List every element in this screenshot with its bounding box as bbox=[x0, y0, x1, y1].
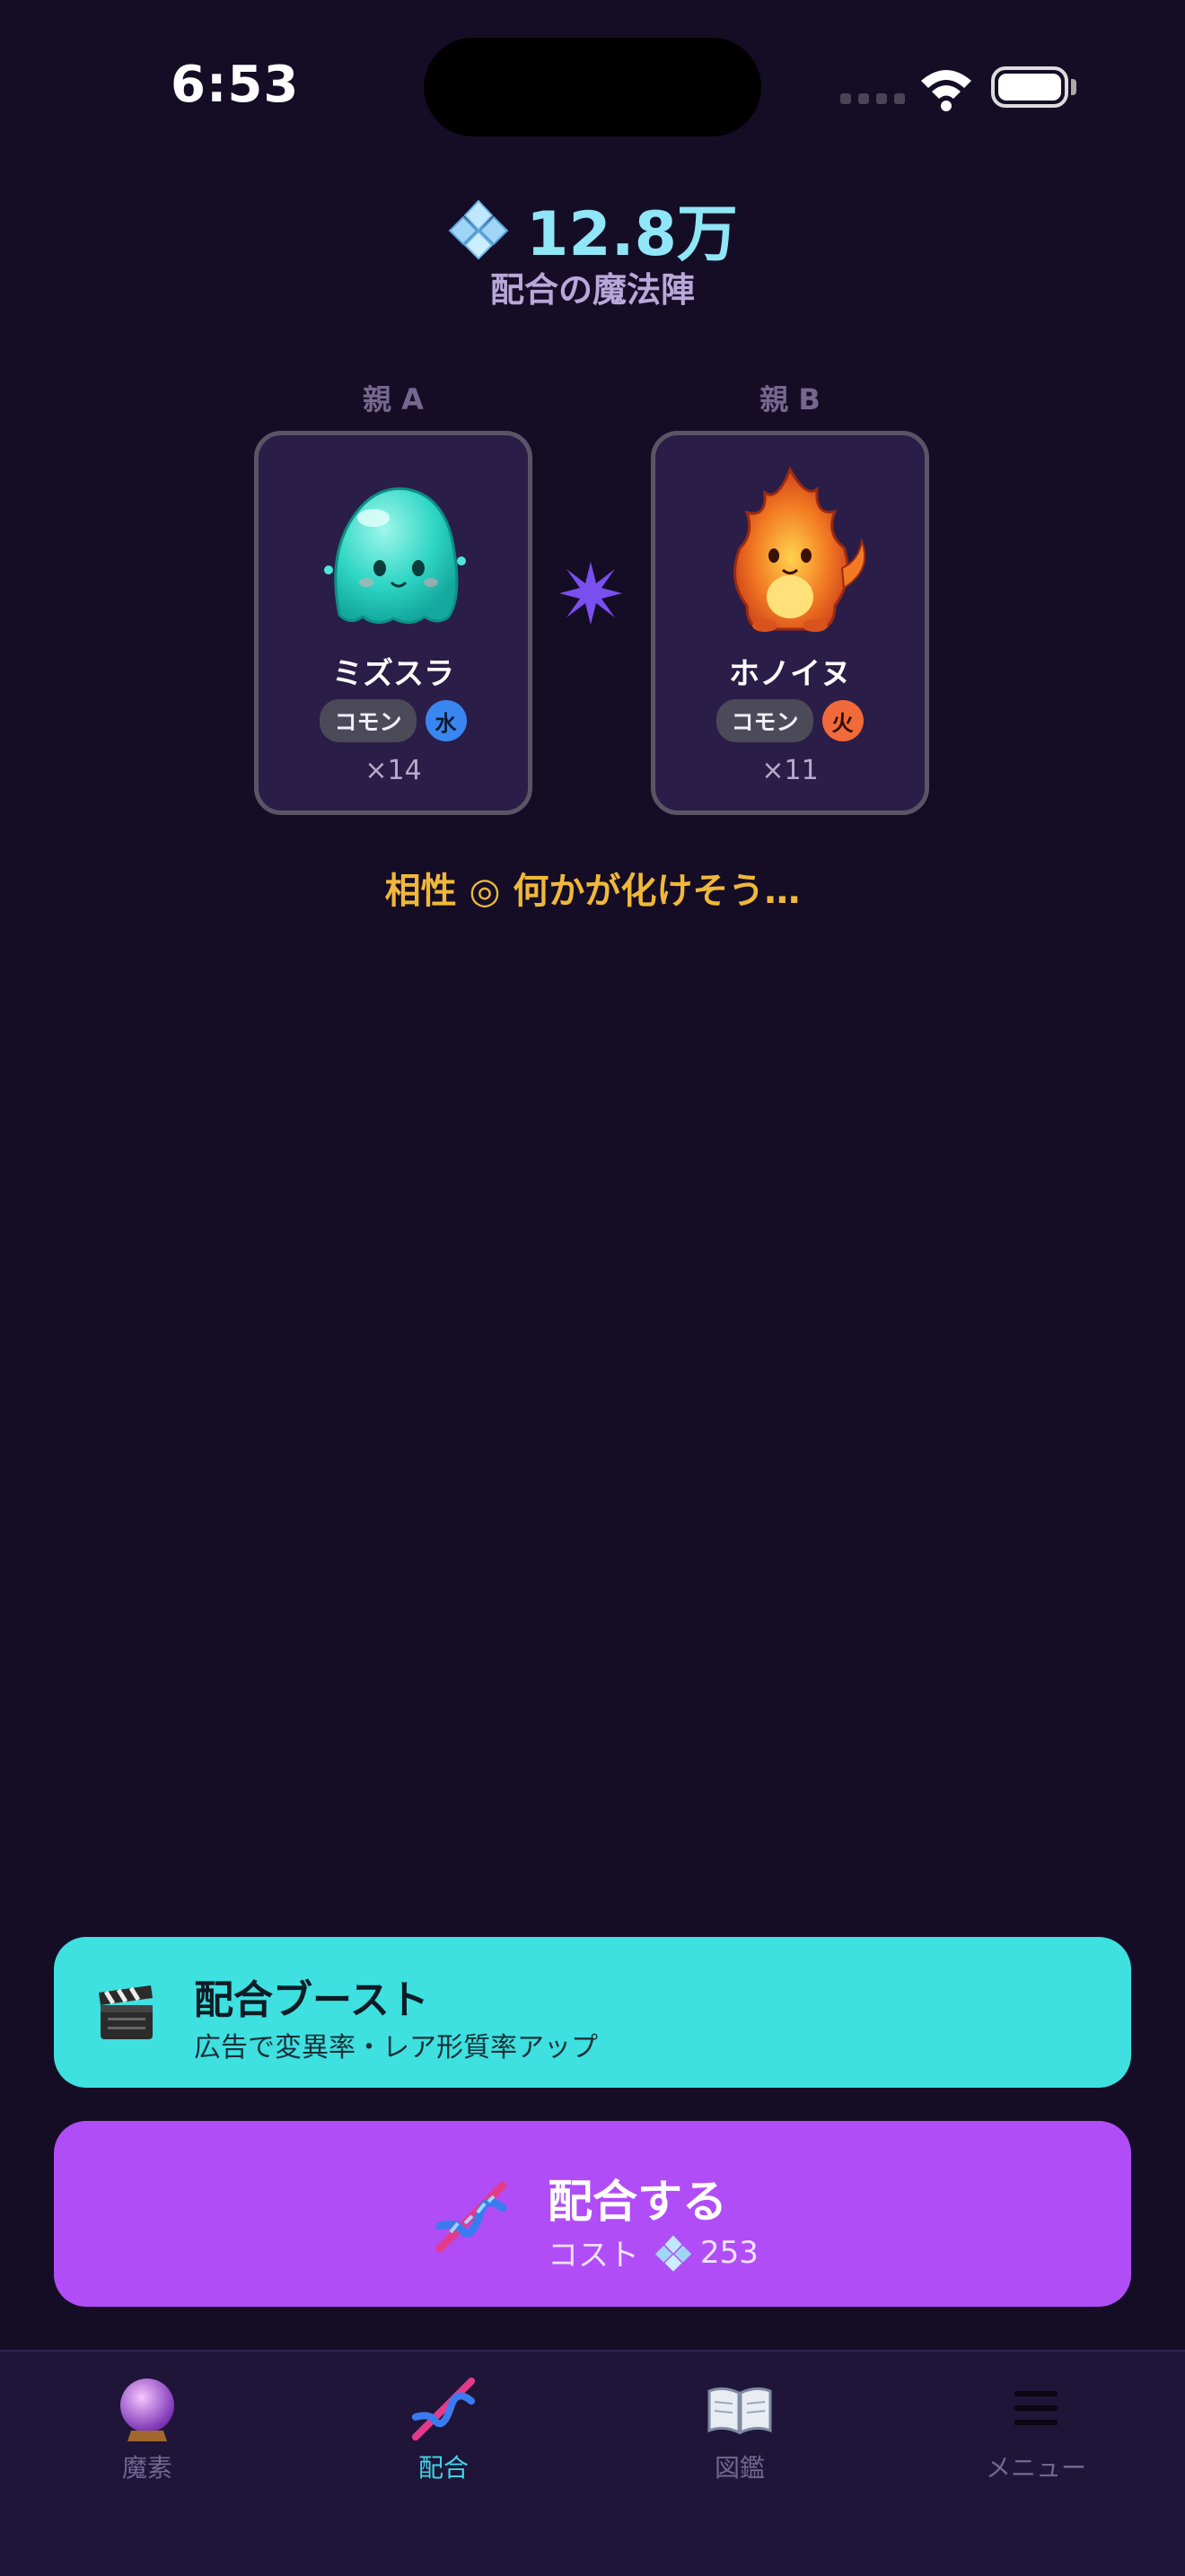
parent-a-label: 親 A bbox=[363, 382, 424, 416]
boost-title: 配合ブースト bbox=[194, 1977, 429, 2023]
breed-button[interactable]: 配合する コスト 253 bbox=[54, 2121, 1131, 2307]
cellular-signal-icon bbox=[840, 93, 905, 104]
status-time: 6:53 bbox=[171, 56, 300, 114]
tab-label: 配合 bbox=[417, 2453, 469, 2483]
tab-zukan[interactable]: 図鑑 bbox=[632, 2373, 847, 2484]
parent-b-label: 親 B bbox=[759, 382, 821, 416]
parent-a-card[interactable]: ミズスラ コモン 水 ×14 bbox=[254, 431, 532, 815]
boost-description: 広告で変異率・レア形質率アップ bbox=[194, 2032, 598, 2063]
crystal-currency-icon bbox=[448, 199, 509, 259]
element-badge-water: 水 bbox=[425, 700, 467, 741]
parent-b-card[interactable]: ホノイヌ コモン 火 ×11 bbox=[651, 431, 929, 815]
page-title: 配合の魔法陣 bbox=[489, 270, 695, 310]
water-slime-icon bbox=[324, 487, 466, 624]
battery-icon bbox=[991, 66, 1068, 108]
tab-label: 魔素 bbox=[121, 2453, 172, 2483]
battery-tip bbox=[1071, 79, 1076, 95]
cost-label: コスト bbox=[548, 2238, 639, 2274]
compatibility-text: 相性 ◎ 何かが化けそう… bbox=[384, 871, 801, 912]
crystal-currency-icon bbox=[654, 2235, 692, 2272]
combine-star-icon bbox=[559, 562, 622, 625]
parent-a-count: ×14 bbox=[364, 755, 422, 786]
parent-b-name: ホノイヌ bbox=[729, 656, 851, 692]
crystal-ball-icon bbox=[120, 2379, 174, 2441]
tab-bar: 魔素 配合 図鑑 メニュー bbox=[0, 2350, 1185, 2576]
tab-menu[interactable]: メニュー bbox=[928, 2373, 1144, 2484]
tab-label: メニュー bbox=[985, 2453, 1086, 2483]
clapper-icon bbox=[99, 1985, 153, 2039]
tab-label: 図鑑 bbox=[714, 2453, 765, 2483]
tab-maso[interactable]: 魔素 bbox=[40, 2373, 255, 2484]
tab-haigou[interactable]: 配合 bbox=[336, 2373, 551, 2484]
wifi-icon bbox=[921, 70, 971, 111]
parent-a-name: ミズスラ bbox=[332, 656, 454, 692]
dynamic-island bbox=[424, 38, 761, 136]
currency-display: 12.8万 bbox=[0, 184, 1185, 273]
breed-title: 配合する bbox=[548, 2176, 727, 2228]
dna-icon bbox=[411, 2377, 476, 2441]
book-icon bbox=[707, 2387, 772, 2435]
cost-value: 253 bbox=[700, 2234, 759, 2271]
menu-icon bbox=[1014, 2391, 1058, 2425]
currency-amount: 12.8万 bbox=[526, 199, 738, 270]
breed-boost-button[interactable]: 配合ブースト 広告で変異率・レア形質率アップ bbox=[54, 1937, 1131, 2088]
fire-dog-icon bbox=[733, 466, 866, 632]
breed-cost: コスト 253 bbox=[548, 2230, 759, 2274]
rarity-badge: コモン bbox=[716, 699, 813, 742]
element-badge-fire: 火 bbox=[821, 700, 864, 741]
rarity-badge: コモン bbox=[320, 699, 417, 742]
parent-b-count: ×11 bbox=[761, 755, 819, 786]
dna-icon bbox=[435, 2181, 507, 2253]
